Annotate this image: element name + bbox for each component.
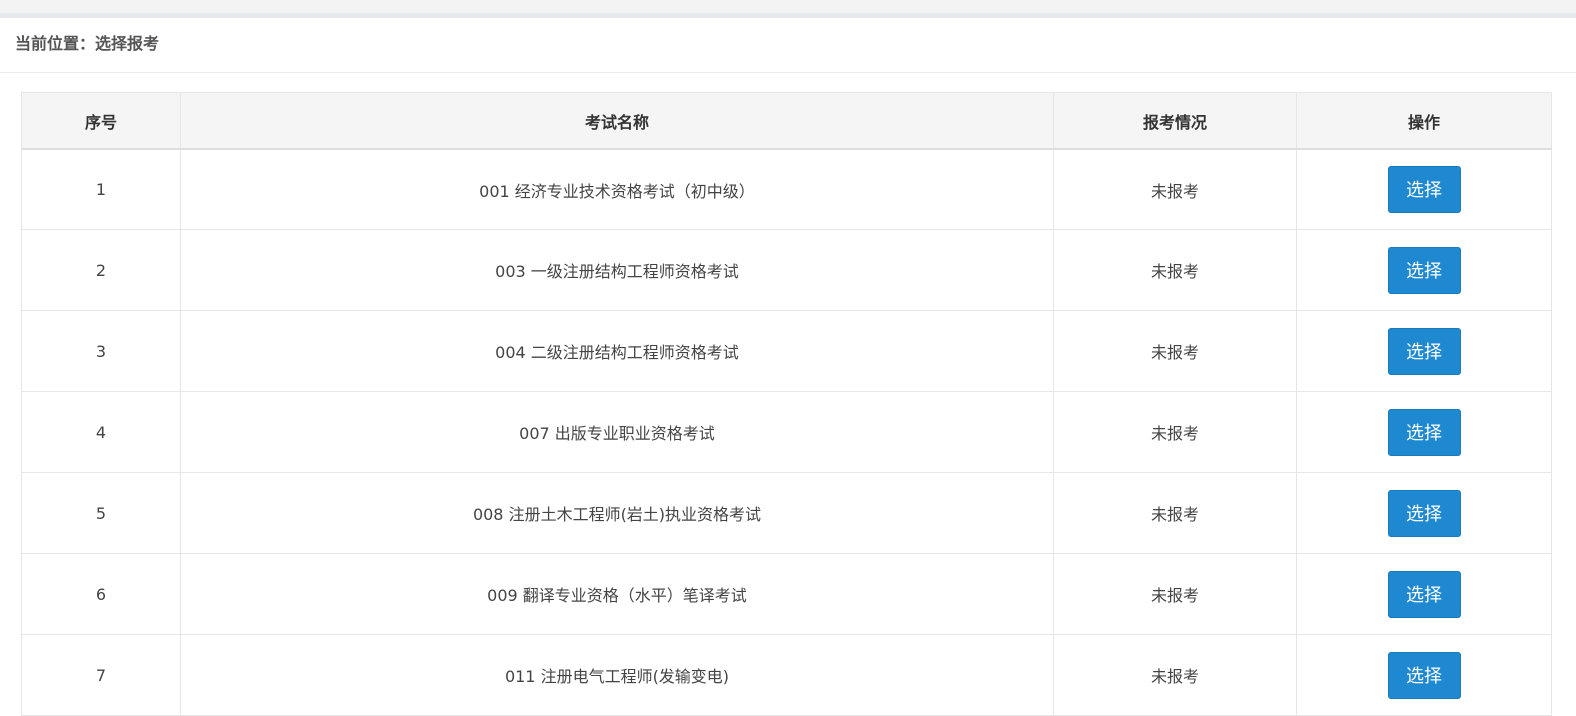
exam-table: 序号 考试名称 报考情况 操作 1 001 经济专业技术资格考试（初中级） 未报… [21,92,1552,716]
breadcrumb-label: 当前位置： [15,34,96,53]
header-index: 序号 [21,92,181,150]
cell-exam-name: 003 一级注册结构工程师资格考试 [180,229,1054,311]
cell-action: 选择 [1296,148,1552,230]
cell-status: 未报考 [1053,634,1297,716]
cell-exam-name: 008 注册土木工程师(岩土)执业资格考试 [180,472,1054,554]
header-exam-name: 考试名称 [180,92,1054,150]
cell-exam-name: 007 出版专业职业资格考试 [180,391,1054,473]
cell-exam-name: 001 经济专业技术资格考试（初中级） [180,148,1054,230]
cell-index: 6 [21,553,181,635]
cell-exam-name: 011 注册电气工程师(发输变电) [180,634,1054,716]
table-row: 2 003 一级注册结构工程师资格考试 未报考 选择 [21,229,1552,311]
cell-status: 未报考 [1053,229,1297,311]
table-row: 5 008 注册土木工程师(岩土)执业资格考试 未报考 选择 [21,472,1552,554]
cell-exam-name: 004 二级注册结构工程师资格考试 [180,310,1054,392]
exam-table-container: 序号 考试名称 报考情况 操作 1 001 经济专业技术资格考试（初中级） 未报… [21,92,1552,716]
table-header-row: 序号 考试名称 报考情况 操作 [21,92,1552,150]
cell-action: 选择 [1296,553,1552,635]
cell-index: 4 [21,391,181,473]
cell-action: 选择 [1296,310,1552,392]
cell-index: 3 [21,310,181,392]
top-strip [0,0,1576,13]
cell-index: 5 [21,472,181,554]
breadcrumb-bar: 当前位置：选择报考 [0,18,1576,73]
select-button[interactable]: 选择 [1387,408,1461,456]
cell-status: 未报考 [1053,310,1297,392]
select-button[interactable]: 选择 [1387,327,1461,375]
table-row: 4 007 出版专业职业资格考试 未报考 选择 [21,391,1552,473]
breadcrumb: 当前位置：选择报考 [15,33,159,55]
cell-status: 未报考 [1053,148,1297,230]
select-button[interactable]: 选择 [1387,570,1461,618]
cell-action: 选择 [1296,634,1552,716]
cell-index: 1 [21,148,181,230]
cell-index: 2 [21,229,181,311]
cell-status: 未报考 [1053,472,1297,554]
cell-index: 7 [21,634,181,716]
select-button[interactable]: 选择 [1387,166,1461,213]
select-button[interactable]: 选择 [1387,489,1461,537]
header-status: 报考情况 [1053,92,1297,150]
breadcrumb-current: 选择报考 [95,34,160,53]
select-button[interactable]: 选择 [1387,651,1461,699]
table-row: 1 001 经济专业技术资格考试（初中级） 未报考 选择 [21,148,1552,230]
cell-action: 选择 [1296,391,1552,473]
select-button[interactable]: 选择 [1387,246,1461,294]
table-row: 3 004 二级注册结构工程师资格考试 未报考 选择 [21,310,1552,392]
cell-exam-name: 009 翻译专业资格（水平）笔译考试 [180,553,1054,635]
cell-action: 选择 [1296,229,1552,311]
header-action: 操作 [1296,92,1552,150]
cell-action: 选择 [1296,472,1552,554]
table-row: 6 009 翻译专业资格（水平）笔译考试 未报考 选择 [21,553,1552,635]
table-row: 7 011 注册电气工程师(发输变电) 未报考 选择 [21,634,1552,716]
cell-status: 未报考 [1053,553,1297,635]
cell-status: 未报考 [1053,391,1297,473]
